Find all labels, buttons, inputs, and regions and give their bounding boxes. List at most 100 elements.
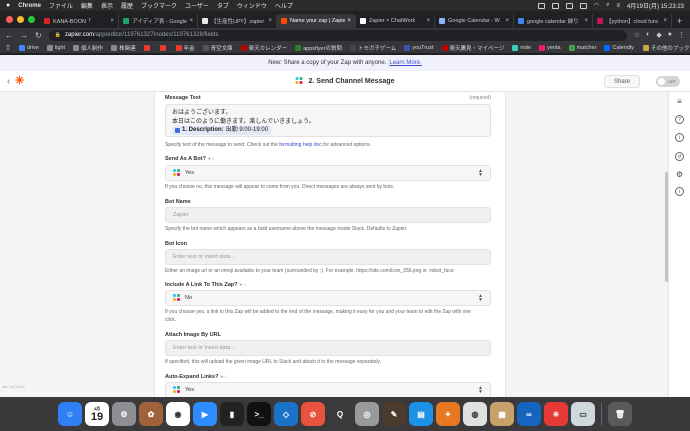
notes-app-icon[interactable]: ✎: [382, 402, 406, 426]
finder-icon[interactable]: ☺: [58, 402, 82, 426]
close-tab-icon[interactable]: ×: [663, 18, 667, 24]
menu-view[interactable]: 表示: [101, 1, 113, 10]
calendar-app-icon[interactable]: 4月 19: [85, 402, 109, 426]
send-as-bot-select[interactable]: Yes ▲ ▼: [165, 165, 491, 181]
menu-edit[interactable]: 編集: [81, 1, 93, 10]
bookmark-item[interactable]: matcher: [568, 44, 596, 52]
attach-image-input[interactable]: Enter text or insert data...: [165, 340, 491, 356]
browser-tab[interactable]: 【python】cloud func ×: [593, 14, 672, 28]
contacts-icon[interactable]: ◍: [463, 402, 487, 426]
close-window-button[interactable]: [6, 16, 13, 23]
bookmark-item[interactable]: note: [512, 44, 531, 52]
new-tab-button[interactable]: +: [672, 16, 687, 28]
bookmark-item[interactable]: 青空文庫: [202, 44, 233, 52]
close-tab-icon[interactable]: ×: [268, 18, 272, 24]
forward-icon[interactable]: →: [20, 31, 28, 40]
minimize-window-button[interactable]: [17, 16, 24, 23]
extension-icon[interactable]: ◐: [646, 31, 650, 39]
bookmark-item[interactable]: 楽天カレンダー: [240, 44, 287, 52]
outline-icon[interactable]: ≡: [675, 97, 684, 106]
menu-user[interactable]: ユーザー: [185, 1, 209, 10]
docker-icon[interactable]: ▤: [409, 402, 433, 426]
menu-file[interactable]: ファイル: [49, 1, 73, 10]
close-tab-icon[interactable]: ×: [584, 18, 588, 24]
bookmark-item[interactable]: yenta: [539, 44, 561, 52]
browser-tab[interactable]: google calendar 繰り ×: [514, 14, 593, 28]
apps-grid-icon[interactable]: ⣿: [6, 45, 10, 51]
preview-icon[interactable]: ▦: [490, 402, 514, 426]
photos-app-icon[interactable]: ✿: [139, 402, 163, 426]
menu-history[interactable]: 履歴: [121, 1, 133, 10]
info-icon[interactable]: ● ○: [240, 282, 247, 287]
infinity-app-icon[interactable]: ∞: [517, 402, 541, 426]
browser-tab[interactable]: KANA-BOON「 ×: [40, 14, 119, 28]
bookmark-item[interactable]: [143, 44, 152, 52]
wifi-icon[interactable]: ◠: [594, 2, 599, 9]
trash-icon[interactable]: 🗑: [608, 402, 632, 426]
quicktime-icon[interactable]: Q: [328, 402, 352, 426]
browser-tab[interactable]: Zapier × ChatWork ×: [356, 14, 435, 28]
help-icon[interactable]: ?: [675, 115, 684, 124]
status-icon[interactable]: [565, 2, 573, 9]
battery-icon[interactable]: [579, 2, 587, 9]
menubar-clock[interactable]: 4月19日(月) 15:23:23: [627, 1, 684, 10]
back-chevron-icon[interactable]: ‹: [7, 76, 10, 86]
terminal-green-icon[interactable]: ▮: [220, 402, 244, 426]
bot-icon-input[interactable]: Enter text or insert data...: [165, 249, 491, 265]
data-pill[interactable]: 1. Description: 出勤 9:00-19:00: [172, 126, 272, 135]
sourcetree-icon[interactable]: ✦: [436, 402, 460, 426]
bot-name-input[interactable]: Zapier: [165, 207, 491, 223]
bookmark-item[interactable]: 株関連: [111, 44, 136, 52]
bookmark-item[interactable]: トモガチゲーム: [349, 44, 396, 52]
bookmark-item[interactable]: 個人制作: [73, 44, 103, 52]
chrome-icon[interactable]: ◉: [166, 402, 190, 426]
safari-like-icon[interactable]: ⊘: [301, 402, 325, 426]
zoom-window-button[interactable]: [28, 16, 35, 23]
gear-icon[interactable]: ⚙: [675, 170, 684, 179]
menu-help[interactable]: ヘルプ: [275, 1, 293, 10]
bookmark-item[interactable]: Calendly: [604, 44, 634, 52]
other-bookmarks[interactable]: その他のブックマーク: [642, 44, 690, 52]
bookmark-item[interactable]: [159, 44, 168, 52]
bookmark-item[interactable]: youTrust: [404, 44, 434, 52]
include-link-select[interactable]: No ▲ ▼: [165, 290, 491, 306]
close-tab-icon[interactable]: ×: [426, 18, 430, 24]
info-icon[interactable]: i: [675, 133, 684, 142]
browser-tab[interactable]: 【生産性UP!!】zapier ×: [198, 14, 277, 28]
browser-tab[interactable]: Google Calendar - W ×: [435, 14, 514, 28]
clock-app-icon[interactable]: ✳: [544, 402, 568, 426]
star-icon[interactable]: ☆: [634, 31, 640, 39]
control-center-icon[interactable]: ≡: [616, 3, 620, 9]
zap-on-off-toggle[interactable]: OFF: [656, 76, 680, 87]
back-icon[interactable]: ←: [5, 31, 13, 40]
bookmark-item[interactable]: 年金: [175, 44, 195, 52]
info-icon[interactable]: ● ○: [208, 156, 215, 161]
close-tab-icon[interactable]: ×: [189, 18, 193, 24]
apple-icon[interactable]: ●: [6, 2, 10, 9]
bookmark-item[interactable]: appsflyerの質問: [295, 44, 342, 52]
terminal-icon[interactable]: >_: [247, 402, 271, 426]
formatting-help-link[interactable]: formatting help doc: [279, 142, 322, 148]
bookmark-item[interactable]: 楽天鷹見・マイページ: [441, 44, 504, 52]
browser-tab[interactable]: アイディア表 - Google ×: [119, 14, 198, 28]
details-icon[interactable]: i: [675, 187, 684, 196]
disk-utility-icon[interactable]: ◎: [355, 402, 379, 426]
screenshot-app-icon[interactable]: ▭: [571, 402, 595, 426]
extension-icon[interactable]: ◆: [656, 31, 661, 39]
zapier-logo-icon[interactable]: ✳: [15, 76, 25, 87]
profile-icon[interactable]: ●: [668, 31, 672, 39]
bookmark-item[interactable]: light: [46, 44, 65, 52]
system-preferences-icon[interactable]: ⚙: [112, 402, 136, 426]
menu-window[interactable]: ウィンドウ: [237, 1, 267, 10]
menu-dots-icon[interactable]: ⋮: [678, 31, 685, 39]
vscode-icon[interactable]: ◇: [274, 402, 298, 426]
close-tab-icon[interactable]: ×: [110, 18, 114, 24]
message-text-field[interactable]: おはようございます。 本日はこのように働きます。楽しんでいきましょう。 1. D…: [165, 104, 491, 137]
menu-bookmarks[interactable]: ブックマーク: [141, 1, 177, 10]
browser-tab[interactable]: Name your zap | Zapier ×: [277, 14, 356, 28]
status-icon[interactable]: [551, 2, 559, 9]
close-tab-icon[interactable]: ×: [347, 18, 351, 24]
menu-chrome[interactable]: Chrome: [18, 3, 41, 9]
zoom-icon[interactable]: ▶: [193, 402, 217, 426]
menu-tab[interactable]: タブ: [217, 1, 229, 10]
